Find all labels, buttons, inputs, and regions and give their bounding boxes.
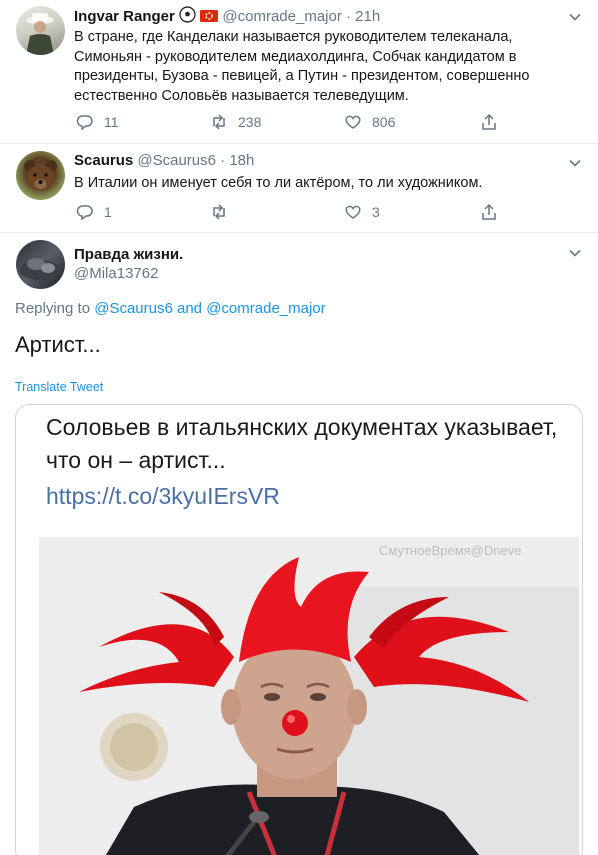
like-count: 806 xyxy=(372,114,396,130)
hong-kong-flag-icon xyxy=(200,10,219,22)
like-count: 3 xyxy=(372,204,380,220)
replying-to: Replying to @Scaurus6 and @comrade_major xyxy=(15,300,326,317)
author-handle[interactable]: @Scaurus6 xyxy=(137,152,216,169)
tweet-header: Ingvar Ranger @comrade_major · 21h xyxy=(74,6,380,26)
retweet-count: 238 xyxy=(238,114,262,130)
share-button[interactable] xyxy=(480,112,498,132)
card-title: Соловьев в итальянских документах указыв… xyxy=(46,414,558,473)
author-handle[interactable]: @Mila13762 xyxy=(74,265,158,282)
chevron-down-icon[interactable] xyxy=(568,156,582,170)
translate-tweet-link[interactable]: Translate Tweet xyxy=(15,380,103,394)
retweet-button[interactable]: 238 xyxy=(210,112,261,132)
tweet-time[interactable]: 21h xyxy=(355,8,380,25)
tweet-text: В Италии он именует себя то ли актёром, … xyxy=(74,175,483,191)
media-card[interactable]: Соловьев в итальянских документах указыв… xyxy=(15,404,583,855)
like-icon xyxy=(345,205,361,219)
watermark: СмутноеВремя@Dneve xyxy=(379,543,521,558)
reply-mention-scaurus6[interactable]: @Scaurus6 xyxy=(94,300,173,317)
like-icon xyxy=(345,115,361,129)
tweet-actions: 1 3 xyxy=(74,202,504,222)
dot-separator: · xyxy=(346,8,351,25)
reply-button[interactable]: 1 xyxy=(76,202,112,222)
reply-icon xyxy=(76,115,93,131)
photo[interactable]: СмутноеВремя@Dneve xyxy=(39,537,579,855)
avatar-image xyxy=(20,258,60,280)
retweet-icon xyxy=(213,204,225,220)
share-button[interactable] xyxy=(480,202,498,222)
dot-separator: · xyxy=(220,152,226,169)
author-handle-row: @Mila13762 xyxy=(74,265,158,283)
avatar[interactable] xyxy=(16,6,65,55)
author-handle[interactable]: @comrade_major xyxy=(222,8,341,25)
avatar[interactable] xyxy=(16,240,65,289)
avatar[interactable] xyxy=(16,151,65,200)
soccer-ball-icon xyxy=(179,6,196,23)
author-name[interactable]: Правда жизни. xyxy=(74,246,183,263)
reply-button[interactable]: 11 xyxy=(76,112,119,132)
reply-count: 1 xyxy=(104,204,112,220)
tweet-ingvar-ranger[interactable]: Ingvar Ranger @comrade_major · 21h В стр… xyxy=(0,0,598,140)
clown-photo: СмутноеВремя@Dneve xyxy=(39,537,579,855)
divider xyxy=(0,232,598,233)
chevron-down-icon[interactable] xyxy=(568,246,582,260)
share-icon xyxy=(482,113,496,130)
like-button[interactable]: 806 xyxy=(344,112,395,132)
like-button[interactable]: 3 xyxy=(344,202,380,222)
author-name[interactable]: Ingvar Ranger xyxy=(74,8,175,25)
tweet-header: Правда жизни. xyxy=(74,246,183,264)
avatar-image xyxy=(24,160,57,191)
retweet-icon xyxy=(213,114,225,130)
reply-icon xyxy=(76,205,93,221)
tweet-actions: 11 238 806 xyxy=(74,112,504,132)
author-name[interactable]: Scaurus xyxy=(74,152,133,169)
tweet-scaurus[interactable]: Scaurus @Scaurus6 · 18h В Италии он имен… xyxy=(0,144,598,232)
retweet-button[interactable] xyxy=(210,202,238,222)
tweet-text: Артист... xyxy=(15,332,101,357)
tweet-header: Scaurus @Scaurus6 · 18h xyxy=(74,152,254,170)
reply-count: 11 xyxy=(104,114,119,130)
avatar-image xyxy=(26,13,54,55)
tweet-text: В стране, где Канделаки называется руков… xyxy=(74,29,530,104)
reply-mention-comrade-major[interactable]: @comrade_major xyxy=(206,300,325,317)
tweet-time[interactable]: 18h xyxy=(229,152,254,169)
share-icon xyxy=(482,203,496,220)
replying-prefix: Replying to xyxy=(15,300,91,317)
chevron-down-icon[interactable] xyxy=(568,10,582,24)
reply-and: and xyxy=(177,300,203,317)
card-link[interactable]: https://t.co/3kyuIErsVR xyxy=(46,483,280,510)
